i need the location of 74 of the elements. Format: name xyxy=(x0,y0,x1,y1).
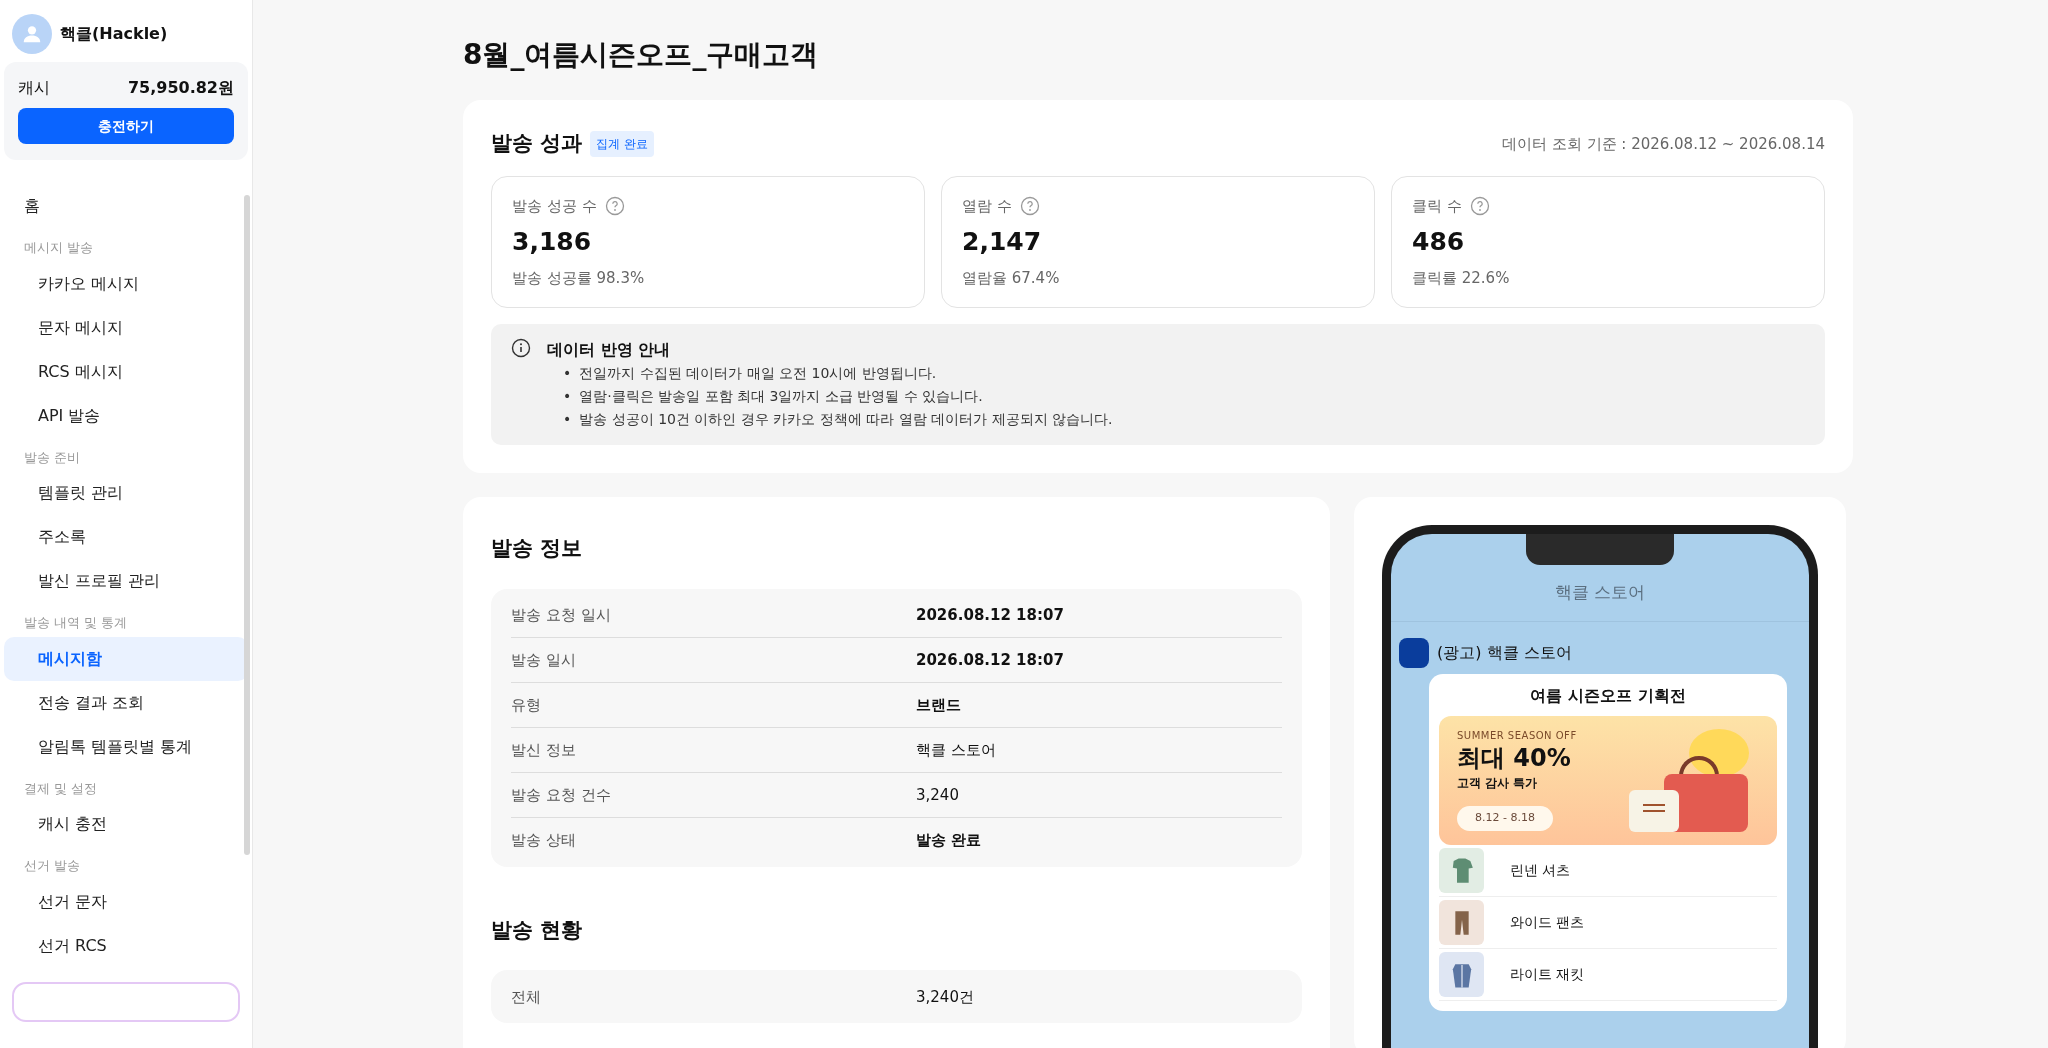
nav-item[interactable]: 문자 메시지 xyxy=(4,305,248,350)
banner-subline: 고객 감사 특가 xyxy=(1457,775,1539,793)
stat-label: 클릭 수 xyxy=(1412,195,1462,217)
stat-value: 486 xyxy=(1412,226,1466,258)
cash-amount: 75,950.82원 xyxy=(127,77,234,99)
bullet-mark: • xyxy=(563,364,572,383)
profile-avatar xyxy=(1399,638,1429,669)
row-label: 발송 요청 일시 xyxy=(511,604,612,626)
message-title: 여름 시즌오프 기획전 xyxy=(1529,685,1687,708)
person-icon xyxy=(21,23,43,45)
profile-name: 핵클(Hackle) xyxy=(60,23,168,45)
notice-text: 열람·클릭은 발송일 포함 최대 3일까지 소급 반영될 수 있습니다. xyxy=(579,387,983,407)
nav-item[interactable]: 선거 RCS xyxy=(4,923,248,968)
stat-rate: 열람율 67.4% xyxy=(962,267,1061,289)
row-value: 2026.08.12 18:07 xyxy=(916,649,1064,671)
stat-label: 열람 수 xyxy=(962,195,1012,217)
row-value: 3,240건 xyxy=(916,986,974,1008)
nav-item[interactable]: 템플릿 관리 xyxy=(4,471,248,515)
bullet-mark: • xyxy=(563,410,572,430)
help-icon xyxy=(1019,195,1040,216)
banner-eyebrow: SUMMER SEASON OFF xyxy=(1457,729,1577,744)
row-value: 2026.08.12 18:07 xyxy=(916,604,1064,626)
row-label: 발송 요청 건수 xyxy=(511,784,612,806)
nav-item[interactable]: 전송 결과 조회 xyxy=(4,680,248,725)
stat-rate: 발송 성공률 98.3% xyxy=(512,267,646,289)
chat-header-title: 핵클 스토어 xyxy=(1554,580,1646,604)
section-title: 발송 성과 xyxy=(491,130,583,157)
page-title: 8월_여름시즌오프_구매고객 xyxy=(463,37,820,73)
product-name: 린넨 셔츠 xyxy=(1510,861,1571,881)
nav-item[interactable]: API 발송 xyxy=(4,393,248,438)
cash-label: 캐시 xyxy=(18,77,50,99)
row-value: 핵클 스토어 xyxy=(916,739,996,761)
row-value: 브랜드 xyxy=(916,694,961,716)
help-icon xyxy=(604,195,625,216)
bullet-mark: • xyxy=(563,387,572,407)
sender-name: (광고) 핵클 스토어 xyxy=(1437,642,1572,665)
charge-button[interactable]: 충전하기 xyxy=(18,108,234,144)
row-label: 발송 상태 xyxy=(511,830,577,852)
nav-section-label: 선거 발송 xyxy=(23,857,82,875)
row-label: 전체 xyxy=(511,986,542,1008)
section-title: 발송 정보 xyxy=(491,535,584,563)
row-value: 발송 완료 xyxy=(916,830,982,852)
notice-title: 데이터 반영 안내 xyxy=(547,339,672,361)
product-name: 와이드 팬츠 xyxy=(1510,913,1585,933)
status-tag: 집계 완료 xyxy=(590,130,655,157)
row-value: 3,240 xyxy=(916,784,959,806)
nav-section-label: 발송 내역 및 통계 xyxy=(23,614,129,632)
product-name: 라이트 재킷 xyxy=(1510,965,1585,985)
notice-text: 전일까지 수집된 데이터가 매일 오전 10시에 반영됩니다. xyxy=(579,364,937,383)
help-icon xyxy=(1469,195,1490,216)
stat-value: 3,186 xyxy=(512,226,593,258)
row-label: 발송 일시 xyxy=(511,649,577,671)
nav-section-label: 발송 준비 xyxy=(23,448,82,467)
period-text: 데이터 조회 기준 : 2026.08.12 ~ 2026.08.14 xyxy=(1502,133,1825,155)
stat-label: 발송 성공 수 xyxy=(512,195,597,217)
info-icon xyxy=(511,338,531,358)
notice-text: 발송 성공이 10건 이하인 경우 카카오 정책에 따라 열람 데이터가 제공되지 않습니다. xyxy=(579,410,1113,430)
stat-rate: 클릭률 22.6% xyxy=(1412,267,1511,289)
nav-item[interactable]: 알림톡 템플릿별 통계 xyxy=(4,724,248,769)
nav-section-label: 결제 및 설정 xyxy=(23,779,99,798)
date-pill: 8.12 - 8.18 xyxy=(1457,806,1553,831)
stat-value: 2,147 xyxy=(962,226,1043,258)
nav-item[interactable]: 캐시 충전 xyxy=(4,802,248,846)
nav-item[interactable]: 홈 xyxy=(4,184,248,228)
section-title: 발송 현황 xyxy=(491,916,584,944)
nav-section-label: 메시지 발송 xyxy=(23,239,95,257)
nav-item[interactable]: RCS 메시지 xyxy=(4,349,248,394)
nav-item[interactable]: 카카오 메시지 xyxy=(4,261,248,306)
row-label: 발신 정보 xyxy=(511,739,577,761)
nav-item[interactable]: 발신 프로필 관리 xyxy=(4,559,248,603)
nav-item[interactable]: 주소록 xyxy=(4,515,248,559)
nav-item[interactable]: 선거 문자 xyxy=(4,879,248,924)
banner-headline: 최대 40% xyxy=(1457,743,1572,775)
row-label: 유형 xyxy=(511,694,542,716)
